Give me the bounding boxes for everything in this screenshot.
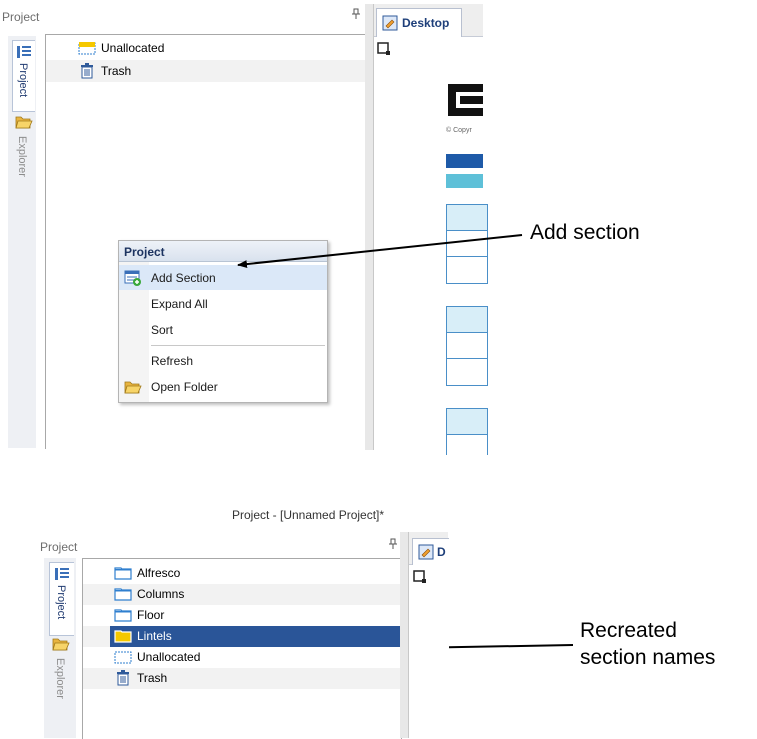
add-section-arrow [237, 234, 523, 269]
tree-item-label: Alfresco [137, 566, 181, 580]
open-folder-icon [52, 638, 70, 651]
panel-splitter[interactable] [400, 532, 408, 738]
side-tab-explorer[interactable]: Explorer [49, 634, 73, 714]
window-restore-icon[interactable] [413, 570, 427, 584]
tree-item-alfresco[interactable]: Alfresco [114, 563, 180, 583]
document-tab-label: D [437, 545, 446, 559]
tree-item-trash[interactable]: Trash [114, 668, 167, 688]
side-tab-explorer-label: Explorer [54, 658, 66, 699]
folder-icon [114, 630, 132, 643]
tree-item-unallocated[interactable]: Unallocated [114, 647, 200, 667]
desktop-doc-icon [418, 544, 434, 560]
tree-item-label: Floor [137, 608, 165, 622]
trash-icon [117, 670, 129, 686]
tree-item-lintels[interactable]: Lintels [114, 626, 172, 646]
callout-line: section names [580, 646, 716, 669]
pin-icon[interactable] [388, 538, 398, 553]
project-tree-icon [55, 568, 69, 580]
unallocated-folder-icon [114, 651, 132, 664]
tree-item-columns[interactable]: Columns [114, 584, 184, 604]
side-tab-project[interactable]: Project [49, 562, 74, 636]
side-tab-project-label: Project [55, 585, 67, 620]
tree-item-label: Lintels [137, 629, 172, 643]
tree-item-label: Unallocated [137, 650, 201, 664]
callout-recreated-section-names: Recreated section names [580, 617, 715, 671]
window-title: Project - [Unnamed Project]* [232, 508, 385, 522]
folder-icon [114, 609, 132, 622]
callout-line: Recreated [580, 619, 677, 642]
bottom-screenshot: Project - [Unnamed Project]* Project Pro… [0, 500, 757, 739]
project-panel-title: Project [40, 540, 78, 554]
tree-item-floor[interactable]: Floor [114, 605, 164, 625]
tree-item-label: Columns [137, 587, 185, 601]
document-tab-desktop[interactable]: D [412, 538, 449, 565]
folder-icon [114, 588, 132, 601]
tree-item-label: Trash [137, 671, 168, 685]
folder-icon [114, 567, 132, 580]
